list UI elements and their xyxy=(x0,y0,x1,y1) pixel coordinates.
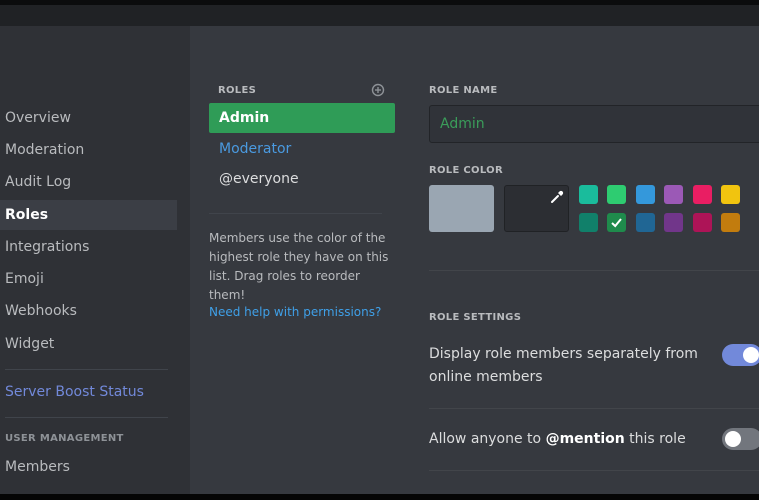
window-top-strip xyxy=(0,0,759,5)
section-divider xyxy=(429,470,759,471)
color-swatch[interactable] xyxy=(636,213,655,232)
allow-mention-text: Allow anyone to xyxy=(429,431,546,447)
section-divider xyxy=(429,408,759,409)
allow-mention-label: Allow anyone to @mention this role xyxy=(429,428,686,451)
sidebar-item-widget[interactable]: Widget xyxy=(0,329,177,359)
display-separately-label: Display role members separately from onl… xyxy=(429,346,698,385)
toggle-knob xyxy=(725,431,741,447)
color-swatch[interactable] xyxy=(607,185,626,204)
sidebar-item-server-boost-status[interactable]: Server Boost Status xyxy=(0,377,177,407)
sidebar-divider xyxy=(5,417,168,418)
sidebar-item-roles[interactable]: Roles xyxy=(0,200,177,230)
color-swatch[interactable] xyxy=(693,213,712,232)
toggle-knob xyxy=(743,347,759,363)
sidebar-item-overview[interactable]: Overview xyxy=(0,103,177,133)
plus-circle-icon[interactable] xyxy=(371,83,385,97)
default-color-swatch[interactable] xyxy=(429,185,494,232)
display-separately-toggle[interactable] xyxy=(722,344,759,366)
roles-help-text: Members use the color of the highest rol… xyxy=(209,231,389,302)
eyedropper-icon xyxy=(551,190,564,203)
mention-keyword: @mention xyxy=(545,431,625,447)
color-swatch[interactable] xyxy=(664,213,683,232)
role-item-moderator[interactable]: Moderator xyxy=(209,134,395,164)
color-swatch[interactable] xyxy=(636,185,655,204)
check-icon xyxy=(611,218,622,228)
color-swatch[interactable] xyxy=(693,185,712,204)
role-name-input[interactable]: Admin xyxy=(429,105,759,143)
color-swatch[interactable] xyxy=(579,185,598,204)
custom-color-picker[interactable] xyxy=(504,185,569,232)
permissions-help-link[interactable]: Need help with permissions? xyxy=(209,305,381,319)
allow-mention-toggle[interactable] xyxy=(722,428,759,450)
role-name-label: ROLE NAME xyxy=(429,85,498,96)
sidebar-divider xyxy=(5,369,168,370)
allow-mention-text-end: this role xyxy=(624,431,686,447)
sidebar-item-audit-log[interactable]: Audit Log xyxy=(0,167,177,197)
sidebar-item-webhooks[interactable]: Webhooks xyxy=(0,296,177,326)
color-swatch-selected[interactable] xyxy=(607,213,626,232)
color-swatch[interactable] xyxy=(721,213,740,232)
role-settings-label: ROLE SETTINGS xyxy=(429,312,522,323)
color-swatch[interactable] xyxy=(721,185,740,204)
role-item-admin[interactable]: Admin xyxy=(209,103,395,133)
roles-header: ROLES xyxy=(218,85,257,96)
sidebar-item-integrations[interactable]: Integrations xyxy=(0,232,177,262)
sidebar-item-emoji[interactable]: Emoji xyxy=(0,264,177,294)
window-bottom-strip xyxy=(0,494,759,500)
sidebar-item-members[interactable]: Members xyxy=(0,452,177,482)
color-swatch[interactable] xyxy=(579,213,598,232)
role-item-everyone[interactable]: @everyone xyxy=(209,164,395,194)
window-top-bar xyxy=(0,0,759,26)
roles-divider xyxy=(209,213,382,214)
role-color-label: ROLE COLOR xyxy=(429,165,503,176)
color-swatch[interactable] xyxy=(664,185,683,204)
sidebar-item-moderation[interactable]: Moderation xyxy=(0,135,177,165)
section-divider xyxy=(429,270,759,271)
user-management-header: USER MANAGEMENT xyxy=(5,433,124,444)
